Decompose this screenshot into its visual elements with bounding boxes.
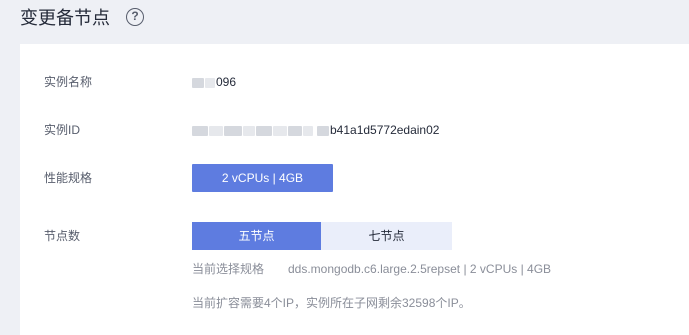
- redacted-mask: [209, 125, 223, 136]
- redacted-mask: [224, 125, 242, 136]
- ip-requirement-note: 当前扩容需要4个IP，实例所在子网剩余32598个IP。: [192, 296, 471, 310]
- page-header: 变更备节点 ?: [0, 0, 689, 36]
- redacted-mask: [288, 125, 302, 136]
- current-spec-value: dds.mongodb.c6.large.2.5repset | 2 vCPUs…: [288, 262, 552, 276]
- instance-name-label: 实例名称: [44, 75, 93, 89]
- redacted-mask: [205, 77, 215, 88]
- node-count-label: 节点数: [44, 229, 81, 243]
- node-option-five[interactable]: 五节点: [192, 222, 321, 250]
- instance-id-value: b41a1d5772edain02: [192, 122, 439, 138]
- instance-name-value: 096: [192, 74, 236, 90]
- instance-id-label: 实例ID: [44, 123, 81, 137]
- node-option-seven[interactable]: 七节点: [321, 222, 452, 250]
- performance-spec-button[interactable]: 2 vCPUs | 4GB: [192, 164, 333, 192]
- redacted-mask: [256, 125, 272, 136]
- redacted-mask: [192, 125, 208, 136]
- redacted-mask: [243, 125, 255, 136]
- redacted-mask: [303, 125, 313, 136]
- redacted-mask: [192, 77, 204, 88]
- redacted-mask: [317, 125, 329, 136]
- node-change-form: 实例名称 096 实例ID b41a1d5772edain02 性能规格 2 v…: [20, 44, 689, 335]
- page-title: 变更备节点: [20, 8, 110, 28]
- instance-name-suffix: 096: [216, 75, 237, 89]
- help-circle-icon[interactable]: ?: [126, 8, 144, 26]
- performance-spec-label: 性能规格: [44, 171, 93, 185]
- current-spec-label: 当前选择规格: [192, 262, 265, 276]
- redacted-mask: [273, 125, 287, 136]
- instance-id-suffix: b41a1d5772edain02: [330, 123, 440, 137]
